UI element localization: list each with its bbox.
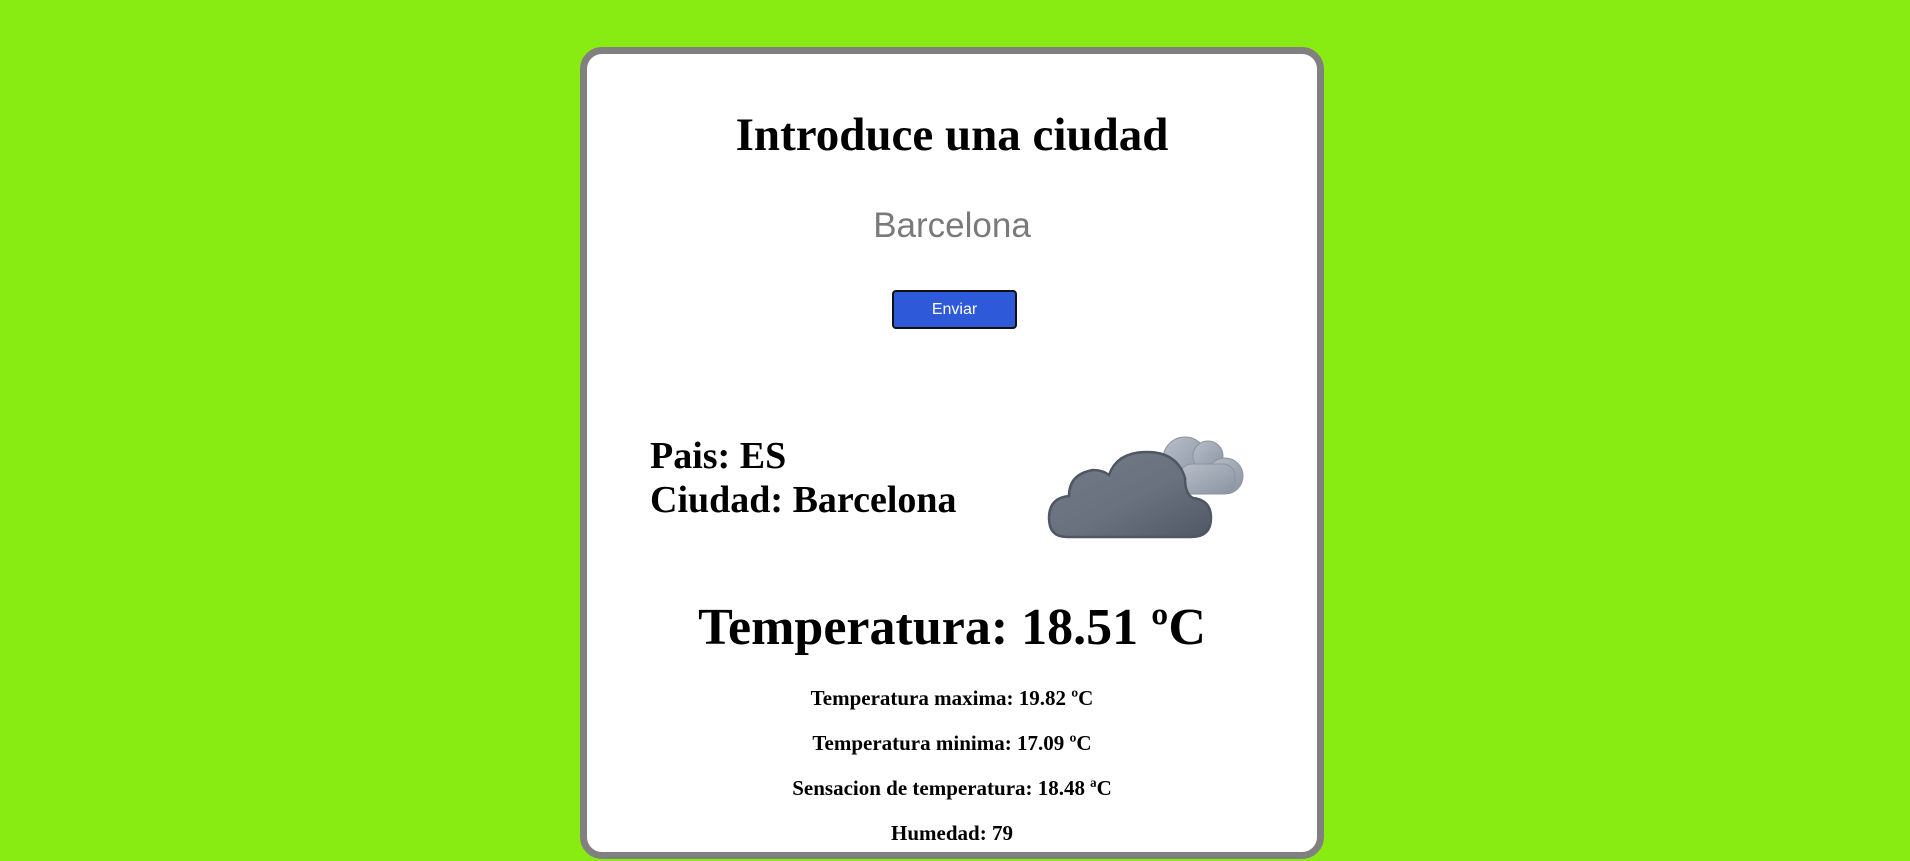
min-unit: ºC [1069,731,1092,755]
temperature-label: Temperatura: [698,599,1009,656]
country-label: Pais: [650,435,731,477]
feels-like: Sensacion de temperatura: 18.48 ªC [587,778,1317,799]
min-label: Temperatura minima: [812,731,1012,755]
max-value: 19.82 [1018,686,1066,710]
humidity-label: Humedad: [891,821,987,845]
temperature-max: Temperatura maxima: 19.82 ºC [587,688,1317,709]
feels-unit: ªC [1090,776,1112,800]
temperature-main: Temperatura: 18.51 ºC [587,602,1317,654]
temperature-min: Temperatura minima: 17.09 ºC [587,733,1317,754]
feels-value: 18.48 [1037,776,1086,800]
cloudy-icon [1047,436,1244,539]
humidity: Humedad: 79 [587,823,1317,844]
country-line: Pais: ES [650,434,957,478]
location-info: Pais: ES Ciudad: Barcelona [650,434,957,522]
submit-button[interactable]: Enviar [892,290,1017,329]
max-label: Temperatura maxima: [810,686,1014,710]
temperature-value: 18.51 [1021,599,1139,656]
city-line: Ciudad: Barcelona [650,478,957,522]
temperature-unit: ºC [1151,599,1206,656]
page-title: Introduce una ciudad [735,109,1169,161]
city-value: Barcelona [792,479,957,521]
min-value: 17.09 [1016,731,1065,755]
humidity-value: 79 [991,821,1013,845]
feels-label: Sensacion de temperatura: [792,776,1033,800]
country-value: ES [739,435,787,477]
max-unit: ºC [1071,686,1094,710]
city-input[interactable] [759,202,1145,250]
weather-card: Introduce una ciudad Enviar Pais: ES Ciu… [580,47,1324,859]
city-label: Ciudad: [650,479,784,521]
